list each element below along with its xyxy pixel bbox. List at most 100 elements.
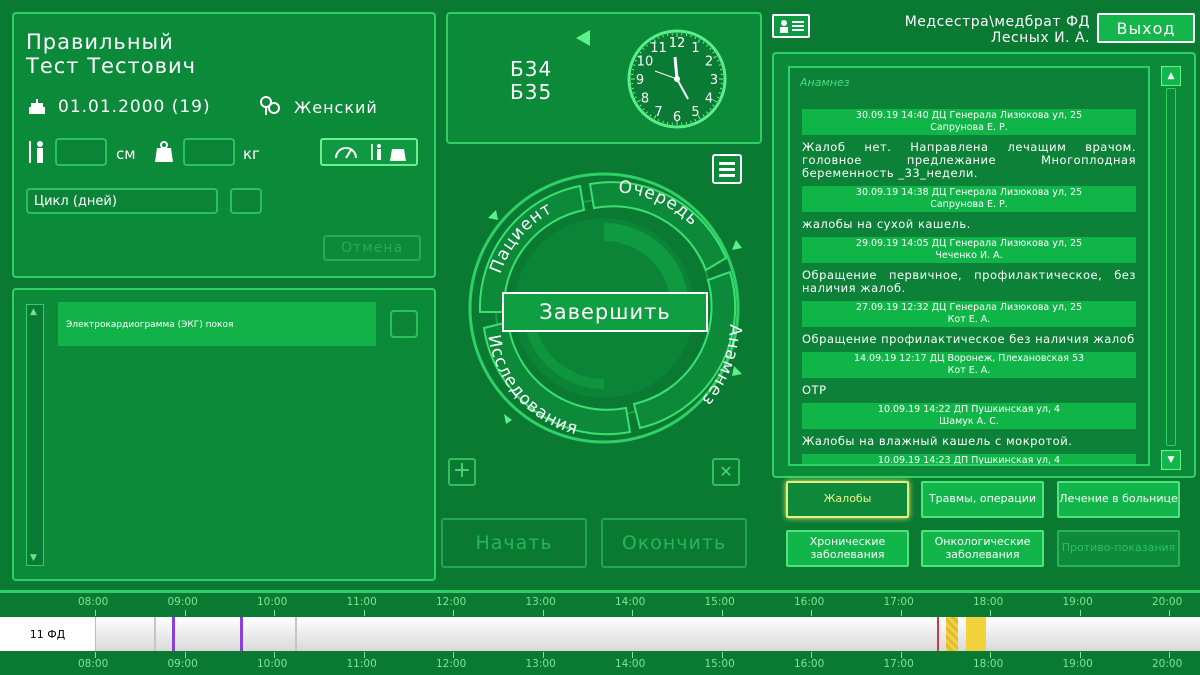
height-input[interactable] — [55, 138, 107, 166]
scroll-down-icon[interactable]: ▼ — [30, 553, 37, 563]
study-checkbox[interactable] — [390, 310, 418, 338]
dob-text: 01.01.2000 (19) — [58, 97, 211, 117]
timeline-hour-label: 11:00 — [346, 658, 377, 670]
collapse-arrow-icon[interactable] — [576, 30, 590, 46]
timeline-tick — [721, 652, 723, 658]
category-button[interactable]: Лечение в больнице — [1057, 481, 1180, 518]
anamnesis-entry-text: Обращение первичное, профилактическое, б… — [802, 268, 1136, 295]
timeline-hour-label: 15:00 — [704, 596, 735, 608]
cancel-label: Отмена — [340, 240, 404, 256]
start-button[interactable]: Начать — [441, 518, 587, 568]
cancel-button[interactable]: Отмена — [323, 235, 421, 261]
timeline-marker[interactable] — [295, 617, 297, 651]
timeline-tick — [900, 610, 902, 616]
complete-label: Завершить — [539, 300, 671, 324]
clock-tick — [662, 35, 664, 38]
study-item[interactable]: Электрокардиограмма (ЭКГ) покоя — [58, 302, 376, 346]
anamnesis-entry-meta: 10.09.19 14:22 ДП Пушкинская ул, 4 — [877, 404, 1061, 415]
cycle-value-input[interactable] — [230, 188, 262, 214]
patient-name-line2: Тест Тестович — [26, 54, 197, 78]
anamnesis-entry-header: 27.09.19 12:32 ДЦ Генерала Лизюкова ул, … — [802, 301, 1136, 327]
anamnesis-entry[interactable]: 30.09.19 14:40 ДЦ Генерала Лизюкова ул, … — [800, 109, 1138, 186]
timeline-marker[interactable] — [154, 617, 156, 651]
anamnesis-entry-author: Сапрунова Е. Р. — [930, 122, 1008, 133]
anamnesis-entry-meta: 14.09.19 12:17 ДЦ Воронеж, Плехановская … — [853, 353, 1085, 364]
user-role: Медсестра\медбрат ФД — [904, 14, 1090, 30]
anamnesis-entry[interactable]: 14.09.19 12:17 ДЦ Воронеж, Плехановская … — [800, 352, 1138, 403]
anamnesis-scroll-up-icon[interactable]: ▲ — [1161, 66, 1181, 86]
weight-unit: кг — [243, 145, 260, 163]
studies-scrollbar[interactable]: ▲ ▼ — [26, 304, 44, 566]
category-button[interactable]: Противо-показания — [1057, 530, 1180, 567]
anamnesis-entry[interactable]: 27.09.19 12:32 ДЦ Генерала Лизюкова ул, … — [800, 301, 1138, 352]
timeline-tick — [184, 652, 186, 658]
category-button[interactable]: Жалобы — [786, 481, 909, 518]
anamnesis-entry-author: Чеченко И. А. — [935, 250, 1003, 261]
timeline-hour-label: 08:00 — [78, 658, 109, 670]
timeline-tick — [1169, 652, 1170, 658]
timeline-tick — [1169, 610, 1170, 616]
add-icon[interactable]: + — [448, 458, 476, 486]
timeline-hour-label: 16:00 — [794, 596, 825, 608]
id-card-icon[interactable] — [772, 14, 810, 38]
timeline-slot-booked[interactable] — [966, 617, 986, 651]
timeline-tick — [363, 652, 365, 658]
timeline-hour-label: 20:00 — [1152, 658, 1183, 670]
timeline-slot-pending[interactable] — [946, 617, 958, 651]
height-unit: см — [116, 145, 136, 163]
timeline-tick — [95, 610, 96, 616]
clock-icon: 12 1 2 3 4 5 6 7 8 9 10 11 — [625, 27, 729, 131]
anamnesis-entry-meta: 10.09.19 14:23 ДП Пушкинская ул, 4 — [877, 455, 1061, 466]
anamnesis-entry[interactable]: 10.09.19 14:23 ДП Пушкинская ул, 4 — [800, 454, 1138, 466]
anamnesis-entry-header: 29.09.19 14:05 ДЦ Генерала Лизюкова ул, … — [802, 237, 1136, 263]
weight-input[interactable] — [183, 138, 235, 166]
timeline-bar[interactable]: 11 ФД — [0, 617, 1200, 651]
anamnesis-entry-text: Обращение профилактическое без наличия ж… — [802, 332, 1135, 346]
category-button[interactable]: Травмы, операции — [921, 481, 1044, 518]
timeline-marker-purple[interactable] — [172, 617, 175, 651]
anamnesis-entry-text: Жалобы на влажный кашель с мокротой. — [802, 434, 1073, 448]
anamnesis-entries: 30.09.19 14:40 ДЦ Генерала Лизюкова ул, … — [790, 109, 1148, 466]
timeline-hour-label: 20:00 — [1152, 596, 1183, 608]
close-icon[interactable]: ✕ — [712, 458, 740, 486]
category-button[interactable]: Хронические заболевания — [786, 530, 909, 567]
finish-button[interactable]: Окончить — [601, 518, 747, 568]
study-item-label: Электрокардиограмма (ЭКГ) покоя — [66, 320, 234, 330]
timeline-marker-purple[interactable] — [240, 617, 243, 651]
anamnesis-entry[interactable]: 30.09.19 14:38 ДЦ Генерала Лизюкова ул, … — [800, 186, 1138, 237]
timeline-tick — [811, 652, 812, 658]
timeline-hour-label: 15:00 — [704, 658, 735, 670]
anamnesis-entry[interactable]: 10.09.19 14:22 ДП Пушкинская ул, 4 Шамук … — [800, 403, 1138, 454]
clock-tick — [690, 120, 692, 123]
scroll-up-icon[interactable]: ▲ — [30, 307, 37, 317]
timeline-hour-label: 13:00 — [525, 658, 556, 670]
logout-label: Выход — [1116, 18, 1176, 38]
clock-number: 5 — [691, 105, 699, 120]
cycle-input[interactable]: Цикл (дней) — [26, 188, 218, 214]
clock-tick — [718, 64, 721, 66]
timeline-hour-label: 13:00 — [525, 596, 556, 608]
complete-button[interactable]: Завершить — [502, 292, 708, 332]
anamnesis-scroll-track[interactable] — [1166, 88, 1176, 446]
clock-tick — [718, 92, 721, 94]
measurements-icon — [335, 144, 406, 161]
height-icon — [26, 139, 48, 165]
anamnesis-entry-author: Сапрунова Е. Р. — [930, 199, 1008, 210]
anamnesis-entry-author: Кот Е. А. — [947, 314, 991, 325]
timeline-tick — [184, 610, 186, 616]
category-label: Лечение в больнице — [1059, 492, 1178, 506]
timeline-current-time — [937, 617, 939, 651]
patient-name: Правильный Тест Тестович — [26, 30, 196, 78]
logout-button[interactable]: Выход — [1097, 13, 1195, 43]
anamnesis-entry-meta: 30.09.19 14:38 ДЦ Генерала Лизюкова ул, … — [855, 187, 1083, 198]
timeline-hour-label: 14:00 — [615, 658, 646, 670]
anamnesis-entry[interactable]: 29.09.19 14:05 ДЦ Генерала Лизюкова ул, … — [800, 237, 1138, 301]
anamnesis-title: Анамнез — [800, 76, 850, 89]
cake-icon — [27, 96, 47, 116]
category-button[interactable]: Онкологические заболевания — [921, 530, 1044, 567]
timeline-tick — [900, 652, 902, 658]
clock-number: 12 — [669, 36, 686, 51]
clock-number: 3 — [710, 73, 718, 88]
anamnesis-scroll-down-icon[interactable]: ▼ — [1161, 450, 1181, 470]
measurements-button[interactable] — [320, 138, 418, 166]
